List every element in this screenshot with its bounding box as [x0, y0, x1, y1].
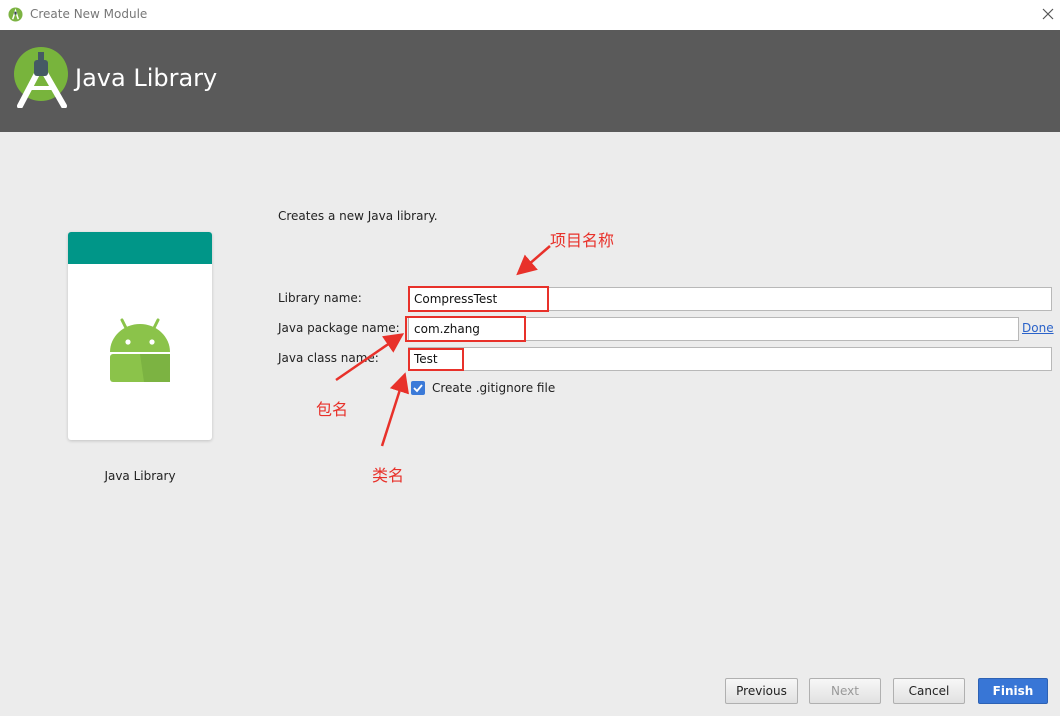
close-icon[interactable]: [1040, 6, 1056, 22]
finish-button[interactable]: Finish: [978, 678, 1048, 704]
package-name-label: Java package name:: [278, 321, 400, 335]
package-done-link[interactable]: Done: [1022, 321, 1054, 335]
class-name-input[interactable]: Test: [408, 347, 1052, 371]
cancel-button[interactable]: Cancel: [893, 678, 965, 704]
page-title: Java Library: [75, 64, 218, 92]
project-name-arrow: [516, 245, 551, 276]
wizard-header: Java Library: [0, 30, 1060, 132]
checkmark-icon: [413, 384, 423, 393]
class-name-highlight: [408, 348, 464, 371]
gitignore-label: Create .gitignore file: [432, 381, 556, 395]
package-name-annotation: 包名: [316, 400, 349, 419]
project-name-annotation: 项目名称: [550, 231, 615, 250]
package-name-highlight: [405, 316, 526, 342]
window-title: Create New Module: [30, 7, 148, 21]
preview-card-header: [68, 232, 212, 264]
android-studio-icon: [8, 7, 23, 22]
class-name-arrow: [380, 372, 409, 447]
class-name-annotation: 类名: [372, 466, 405, 485]
gitignore-checkbox[interactable]: [411, 381, 425, 395]
android-studio-logo-icon: [14, 47, 68, 108]
wizard-description: Creates a new Java library.: [278, 209, 438, 223]
previous-button[interactable]: Previous: [725, 678, 798, 704]
window-titlebar: Create New Module: [0, 0, 1060, 30]
preview-label: Java Library: [104, 469, 176, 483]
library-name-label: Library name:: [278, 291, 362, 305]
module-preview-card: [68, 232, 212, 440]
class-name-label: Java class name:: [278, 351, 379, 365]
library-name-highlight: [408, 286, 549, 312]
android-robot-icon: [110, 318, 170, 382]
next-button[interactable]: Next: [809, 678, 881, 704]
